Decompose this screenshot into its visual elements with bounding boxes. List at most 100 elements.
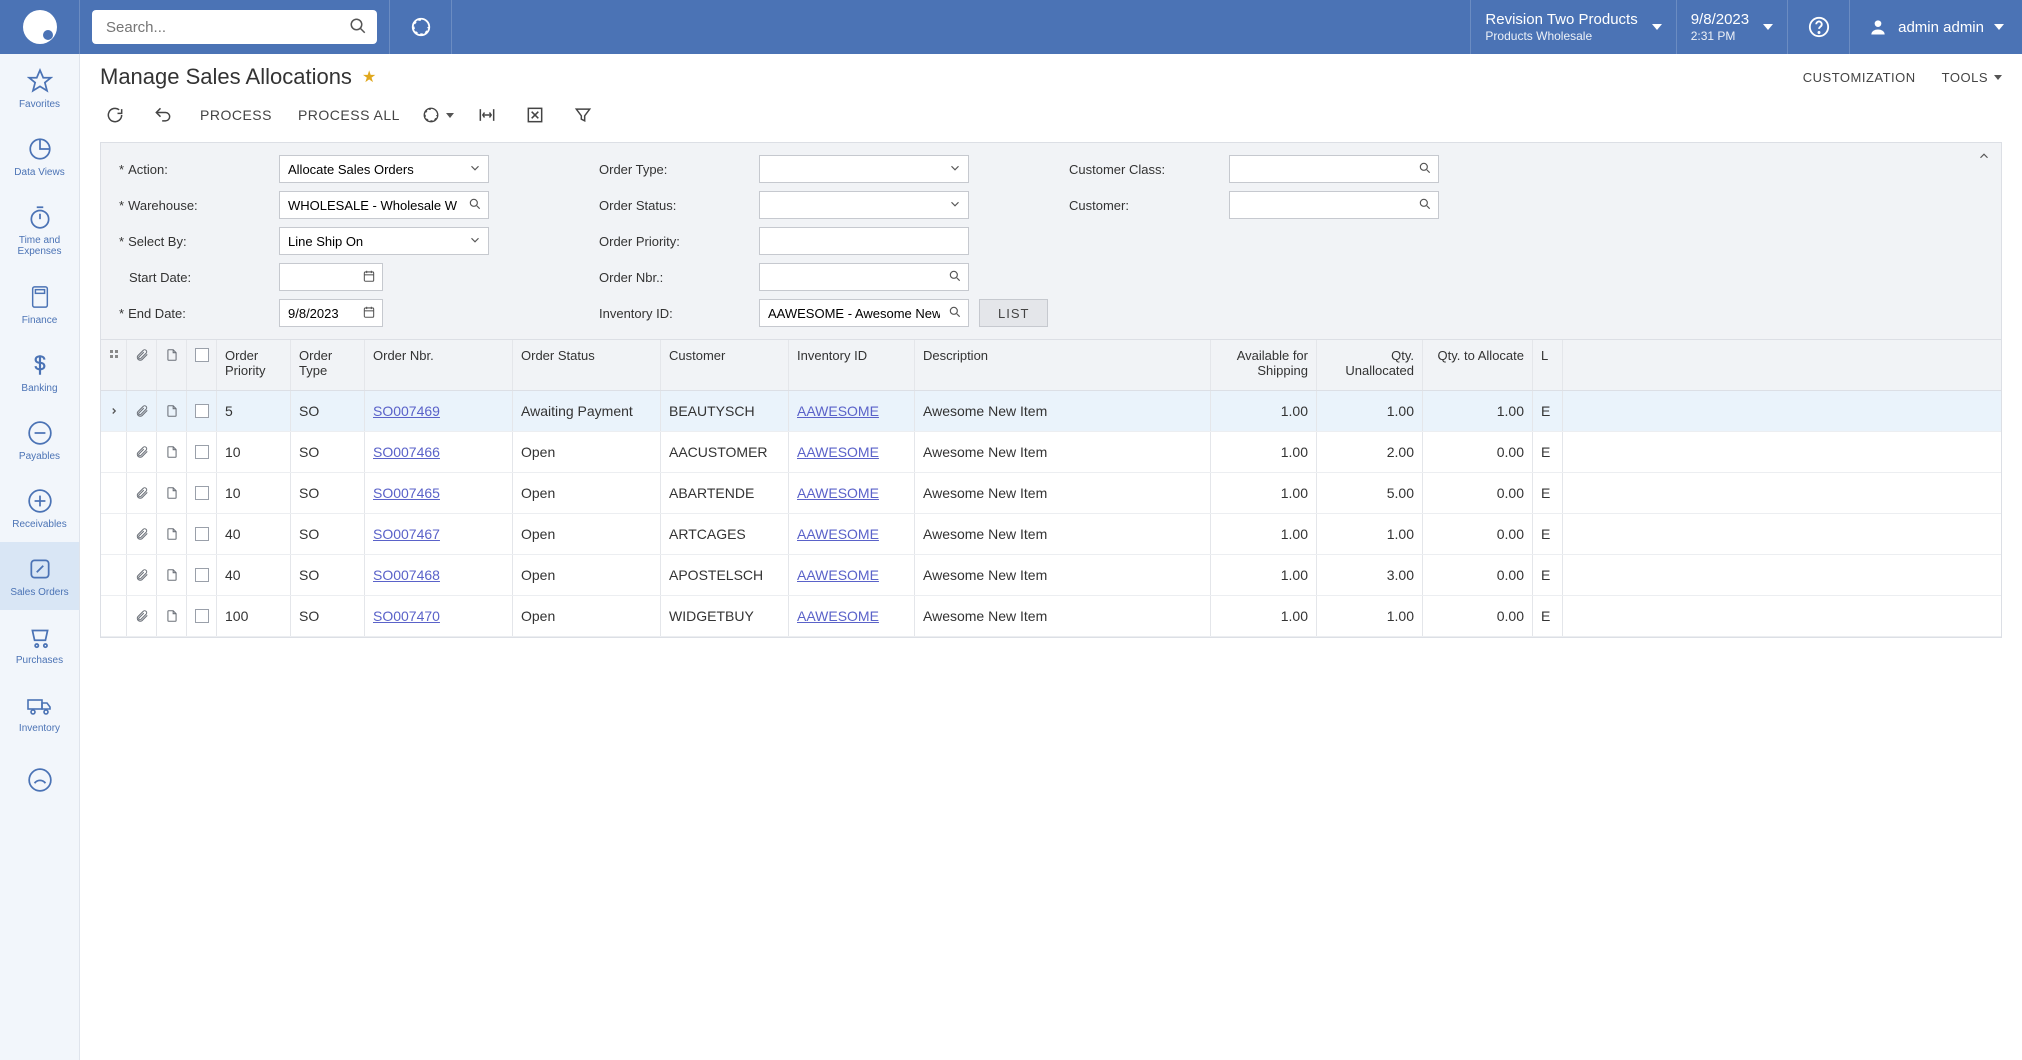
action-select[interactable] <box>279 155 489 183</box>
cell-order-nbr-link[interactable]: SO007470 <box>373 608 440 624</box>
row-selector[interactable] <box>101 432 127 472</box>
search-input[interactable] <box>92 10 377 44</box>
nav-sales-orders[interactable]: Sales Orders <box>0 542 79 610</box>
table-row[interactable]: 10SOSO007465OpenABARTENDEAAWESOMEAwesome… <box>101 473 2002 514</box>
user-menu[interactable]: admin admin <box>1849 0 2022 54</box>
customer-class-lookup[interactable] <box>1229 155 1439 183</box>
cell-inventory[interactable]: AAWESOME <box>789 596 915 636</box>
table-row[interactable]: 10SOSO007466OpenAACUSTOMERAAWESOMEAwesom… <box>101 432 2002 473</box>
col-available-shipping[interactable]: Available for Shipping <box>1211 340 1317 390</box>
cell-order-nbr-link[interactable]: SO007466 <box>373 444 440 460</box>
help-button[interactable] <box>1787 0 1849 54</box>
col-order-priority[interactable]: Order Priority <box>217 340 291 390</box>
col-description[interactable]: Description <box>915 340 1211 390</box>
col-qty-to-allocate[interactable]: Qty. to Allocate <box>1423 340 1533 390</box>
search-icon[interactable] <box>349 17 367 38</box>
row-note[interactable] <box>157 391 187 431</box>
nav-more[interactable] <box>0 746 79 814</box>
nav-receivables[interactable]: Receivables <box>0 474 79 542</box>
cell-qty-to-allocate[interactable]: 0.00 <box>1423 514 1533 554</box>
col-order-nbr[interactable]: Order Nbr. <box>365 340 513 390</box>
row-attachment[interactable] <box>127 391 157 431</box>
col-inventory-id[interactable]: Inventory ID <box>789 340 915 390</box>
row-attachment[interactable] <box>127 596 157 636</box>
row-checkbox[interactable] <box>187 514 217 554</box>
customer-lookup[interactable] <box>1229 191 1439 219</box>
cell-order-nbr-link[interactable]: SO007465 <box>373 485 440 501</box>
row-checkbox[interactable] <box>187 555 217 595</box>
cell-order-nbr[interactable]: SO007466 <box>365 432 513 472</box>
cell-inventory-link[interactable]: AAWESOME <box>797 444 879 460</box>
row-attachment[interactable] <box>127 514 157 554</box>
cell-inventory[interactable]: AAWESOME <box>789 555 915 595</box>
col-row-selector[interactable] <box>101 340 127 390</box>
row-checkbox[interactable] <box>187 473 217 513</box>
cell-qty-to-allocate[interactable]: 0.00 <box>1423 432 1533 472</box>
cell-order-nbr[interactable]: SO007467 <box>365 514 513 554</box>
cell-inventory[interactable]: AAWESOME <box>789 432 915 472</box>
process-all-button[interactable]: PROCESS ALL <box>294 100 404 130</box>
end-date-input[interactable] <box>279 299 383 327</box>
cell-order-nbr[interactable]: SO007469 <box>365 391 513 431</box>
col-order-status[interactable]: Order Status <box>513 340 661 390</box>
app-logo[interactable] <box>0 0 80 54</box>
row-checkbox[interactable] <box>187 432 217 472</box>
nav-purchases[interactable]: Purchases <box>0 610 79 678</box>
table-row[interactable]: 100SOSO007470OpenWIDGETBUYAAWESOMEAwesom… <box>101 596 2002 637</box>
order-type-select[interactable] <box>759 155 969 183</box>
inventory-id-lookup[interactable] <box>759 299 969 327</box>
schedule-button[interactable] <box>422 100 454 130</box>
row-selector[interactable] <box>101 555 127 595</box>
export-excel-button[interactable] <box>520 100 550 130</box>
nav-favorites[interactable]: Favorites <box>0 54 79 122</box>
cell-inventory-link[interactable]: AAWESOME <box>797 526 879 542</box>
customization-link[interactable]: CUSTOMIZATION <box>1803 70 1916 85</box>
col-attachment[interactable] <box>127 340 157 390</box>
col-partial[interactable]: L <box>1533 340 1563 390</box>
row-note[interactable] <box>157 596 187 636</box>
cell-inventory-link[interactable]: AAWESOME <box>797 403 879 419</box>
col-order-type[interactable]: Order Type <box>291 340 365 390</box>
nav-data-views[interactable]: Data Views <box>0 122 79 190</box>
row-selector[interactable] <box>101 391 127 431</box>
cell-inventory-link[interactable]: AAWESOME <box>797 485 879 501</box>
cell-inventory[interactable]: AAWESOME <box>789 514 915 554</box>
refresh-button[interactable] <box>100 100 130 130</box>
filter-button[interactable] <box>568 100 598 130</box>
order-priority-input[interactable] <box>759 227 969 255</box>
cell-order-nbr[interactable]: SO007465 <box>365 473 513 513</box>
start-date-input[interactable] <box>279 263 383 291</box>
order-status-select[interactable] <box>759 191 969 219</box>
row-note[interactable] <box>157 473 187 513</box>
row-selector[interactable] <box>101 514 127 554</box>
table-row[interactable]: 5SOSO007469Awaiting PaymentBEAUTYSCHAAWE… <box>101 391 2002 432</box>
col-select-all[interactable] <box>187 340 217 390</box>
tenant-selector[interactable]: Revision Two Products Products Wholesale <box>1470 0 1675 54</box>
cell-order-nbr-link[interactable]: SO007467 <box>373 526 440 542</box>
warehouse-lookup[interactable] <box>279 191 489 219</box>
row-note[interactable] <box>157 555 187 595</box>
nav-payables[interactable]: Payables <box>0 406 79 474</box>
cell-qty-to-allocate[interactable]: 0.00 <box>1423 473 1533 513</box>
col-notes[interactable] <box>157 340 187 390</box>
cell-order-nbr[interactable]: SO007470 <box>365 596 513 636</box>
cell-qty-to-allocate[interactable]: 1.00 <box>1423 391 1533 431</box>
row-checkbox[interactable] <box>187 391 217 431</box>
col-qty-unallocated[interactable]: Qty. Unallocated <box>1317 340 1423 390</box>
table-row[interactable]: 40SOSO007467OpenARTCAGESAAWESOMEAwesome … <box>101 514 2002 555</box>
nav-inventory[interactable]: Inventory <box>0 678 79 746</box>
nav-banking[interactable]: Banking <box>0 338 79 406</box>
cell-order-nbr-link[interactable]: SO007468 <box>373 567 440 583</box>
collapse-panel-button[interactable] <box>1977 149 1991 166</box>
nav-finance[interactable]: Finance <box>0 270 79 338</box>
cell-qty-to-allocate[interactable]: 0.00 <box>1423 555 1533 595</box>
row-selector[interactable] <box>101 596 127 636</box>
order-nbr-lookup[interactable] <box>759 263 969 291</box>
process-button[interactable]: PROCESS <box>196 100 276 130</box>
cell-inventory[interactable]: AAWESOME <box>789 391 915 431</box>
fit-columns-button[interactable] <box>472 100 502 130</box>
col-customer[interactable]: Customer <box>661 340 789 390</box>
business-date-selector[interactable]: 9/8/2023 2:31 PM <box>1676 0 1787 54</box>
row-attachment[interactable] <box>127 555 157 595</box>
row-note[interactable] <box>157 514 187 554</box>
